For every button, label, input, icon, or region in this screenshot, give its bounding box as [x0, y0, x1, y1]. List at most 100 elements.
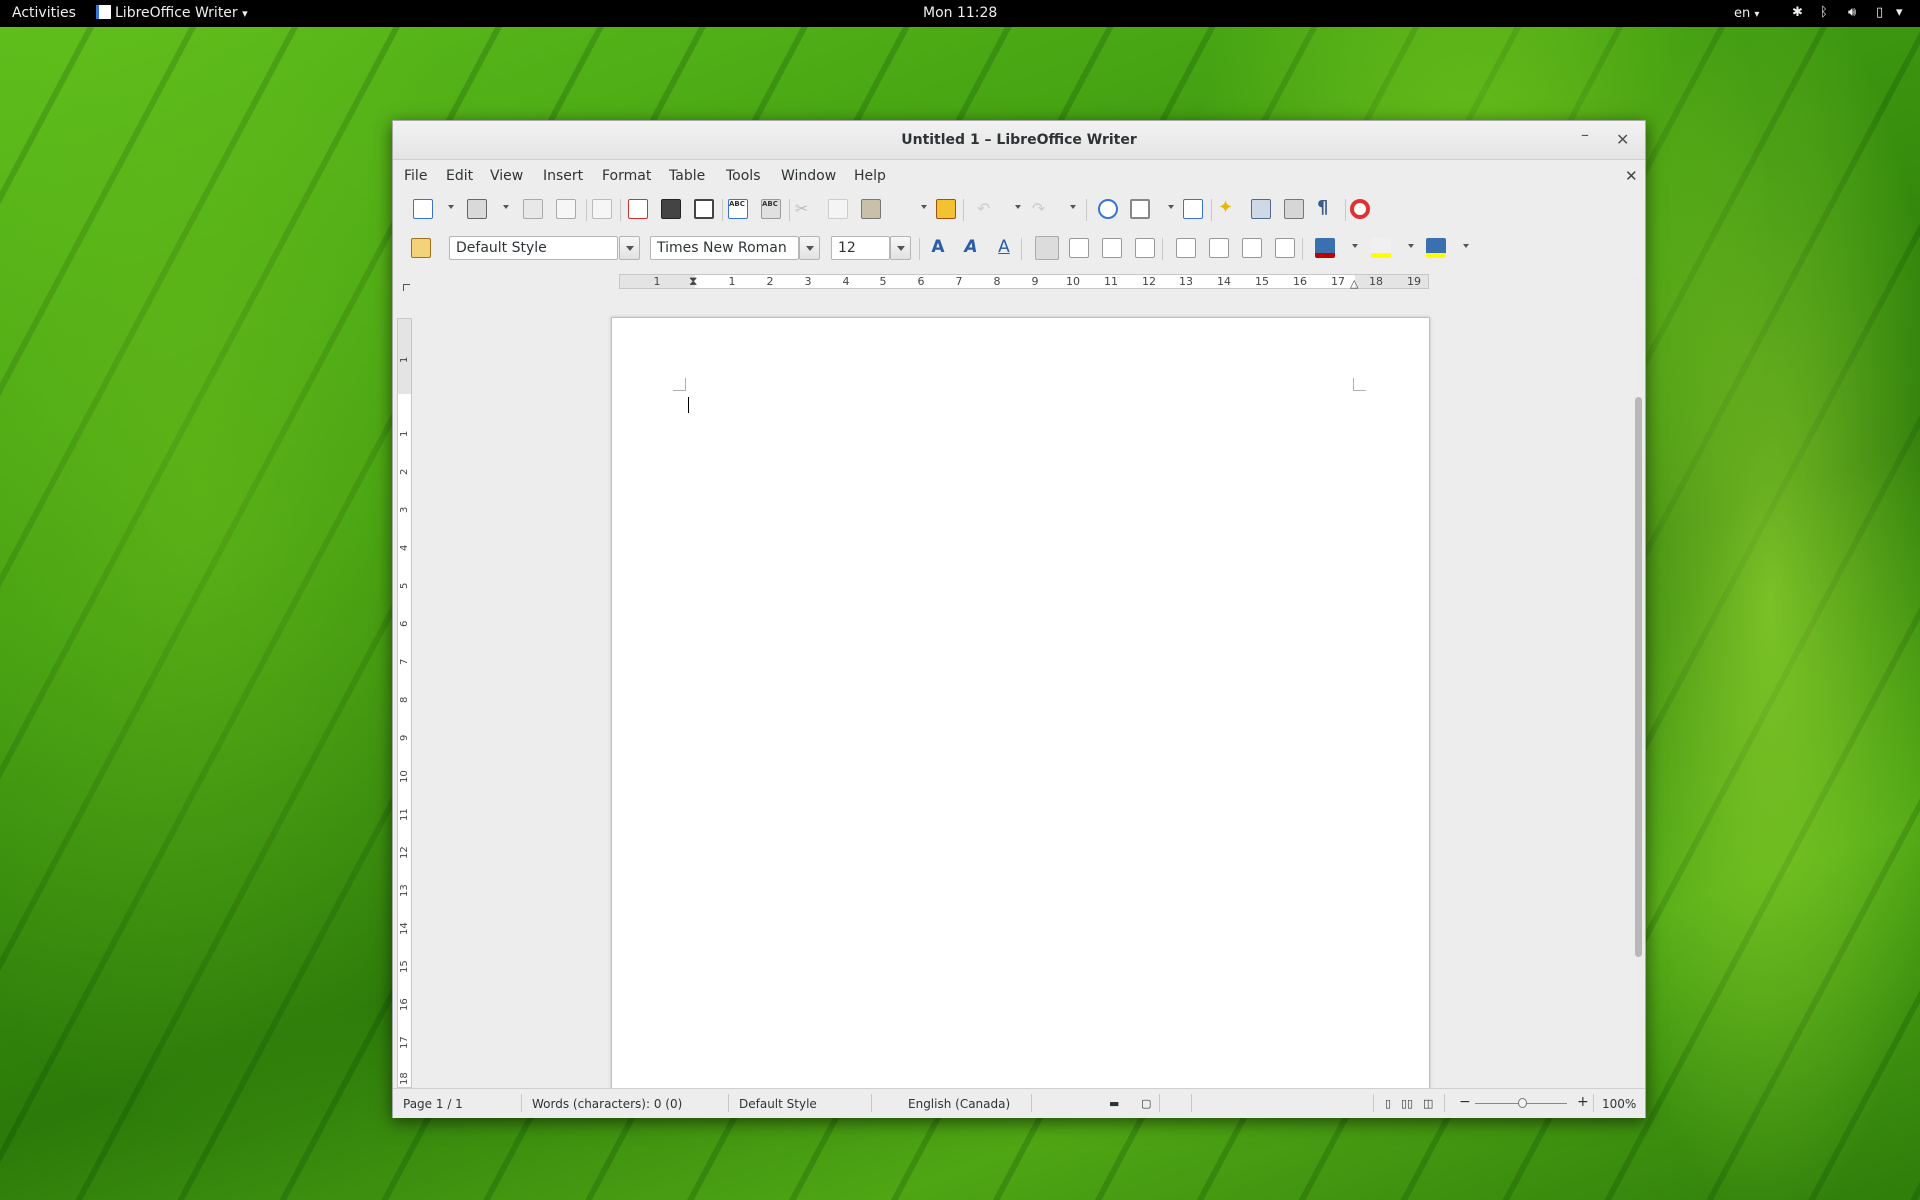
word-count[interactable]: Words (characters): 0 (0) [532, 1097, 682, 1111]
activities-button[interactable]: Activities [12, 5, 76, 21]
email-icon[interactable] [556, 199, 576, 219]
zoom-in-button[interactable]: + [1577, 1094, 1589, 1110]
align-left-icon[interactable] [1035, 236, 1059, 260]
font-color-dropdown-icon[interactable] [1352, 244, 1358, 248]
align-center-icon[interactable] [1069, 238, 1089, 258]
language-status[interactable]: English (Canada) [908, 1097, 1010, 1111]
data-sources-icon[interactable] [1284, 199, 1304, 219]
align-right-icon[interactable] [1102, 238, 1122, 258]
multi-page-view-icon[interactable]: ▯▯ [1401, 1097, 1413, 1110]
paragraph-style-combo[interactable]: Default Style [449, 236, 618, 260]
numbering-icon[interactable] [1176, 238, 1196, 258]
ruler-number: 14 [1217, 275, 1231, 288]
paragraph-style-dropdown-button[interactable] [619, 236, 640, 260]
close-window-button[interactable]: ✕ [1616, 130, 1629, 149]
scrollbar-thumb[interactable] [1635, 397, 1642, 957]
battery-icon[interactable]: ▯ [1876, 5, 1883, 20]
single-page-view-icon[interactable]: ▯ [1385, 1097, 1391, 1110]
background-color-icon[interactable] [1426, 238, 1446, 258]
cut-icon[interactable]: ✂ [795, 199, 815, 219]
underline-icon[interactable]: A [994, 238, 1014, 258]
menu-edit[interactable]: Edit [446, 168, 473, 184]
italic-icon[interactable]: A [961, 238, 981, 258]
save-icon[interactable] [523, 199, 543, 219]
volume-icon[interactable]: 🔊︎ [1848, 5, 1856, 20]
table-dropdown-icon[interactable] [1168, 205, 1174, 209]
redo-dropdown-icon[interactable] [1070, 205, 1076, 209]
increase-indent-icon[interactable] [1275, 238, 1295, 258]
show-draw-functions-icon[interactable] [1183, 199, 1203, 219]
navigator-icon[interactable]: ✦ [1218, 199, 1238, 219]
auto-spellcheck-icon[interactable]: ABC [761, 199, 781, 219]
close-document-button[interactable]: ✕ [1625, 167, 1638, 185]
font-size-dropdown-button[interactable] [890, 236, 911, 260]
highlighting-dropdown-icon[interactable] [1408, 244, 1414, 248]
vertical-scrollbar[interactable] [1634, 275, 1643, 1088]
undo-dropdown-icon[interactable] [1015, 205, 1021, 209]
font-color-icon[interactable] [1315, 238, 1335, 258]
copy-icon[interactable] [828, 199, 848, 219]
help-icon[interactable] [1350, 199, 1370, 219]
clock[interactable]: Mon 11:28 [923, 5, 997, 21]
menu-tools[interactable]: Tools [726, 168, 761, 184]
table-icon[interactable] [1130, 199, 1150, 219]
redo-icon[interactable]: ↷ [1032, 199, 1052, 219]
left-indent-marker-icon[interactable]: ⧗ [689, 275, 697, 287]
zoom-out-button[interactable]: − [1459, 1094, 1471, 1110]
menu-window[interactable]: Window [781, 168, 836, 184]
menu-insert[interactable]: Insert [543, 168, 583, 184]
spelling-icon[interactable]: ABC [728, 199, 748, 219]
gallery-icon[interactable] [1251, 199, 1271, 219]
vertical-ruler[interactable]: 1 1 2 3 4 5 6 7 8 9 10 11 12 13 14 15 16… [397, 318, 412, 1088]
undo-icon[interactable]: ↶ [977, 199, 997, 219]
menu-help[interactable]: Help [854, 168, 886, 184]
open-icon[interactable] [467, 199, 487, 219]
document-page[interactable] [611, 317, 1430, 1088]
font-name-dropdown-button[interactable] [799, 236, 820, 260]
export-pdf-icon[interactable] [628, 199, 648, 219]
justify-icon[interactable] [1135, 238, 1155, 258]
system-menu-caret-icon[interactable]: ▾ [1896, 5, 1903, 20]
bullets-icon[interactable] [1209, 238, 1229, 258]
open-dropdown-icon[interactable] [503, 205, 509, 209]
menu-view[interactable]: View [490, 168, 523, 184]
styles-and-formatting-icon[interactable] [411, 238, 431, 258]
bold-icon[interactable]: A [928, 238, 948, 258]
menu-format[interactable]: Format [602, 168, 651, 184]
zoom-percentage[interactable]: 100% [1602, 1097, 1636, 1111]
paste-dropdown-icon[interactable] [921, 205, 927, 209]
print-preview-icon[interactable] [694, 199, 714, 219]
print-icon[interactable] [661, 199, 681, 219]
font-size-combo[interactable]: 12 [831, 236, 890, 260]
horizontal-ruler[interactable]: 1 1 2 3 4 5 6 7 8 9 10 11 12 13 14 15 16… [619, 274, 1429, 289]
text-cursor [688, 397, 689, 413]
zoom-slider-handle[interactable] [1518, 1098, 1527, 1108]
font-name-combo[interactable]: Times New Roman [650, 236, 799, 260]
bluetooth-icon[interactable]: ᛒ [1820, 5, 1828, 20]
app-menu[interactable]: LibreOffice Writer ▾ [96, 5, 248, 21]
decrease-indent-icon[interactable] [1242, 238, 1262, 258]
title-bar[interactable]: Untitled 1 – LibreOffice Writer – ✕ [393, 121, 1645, 160]
background-color-dropdown-icon[interactable] [1463, 244, 1469, 248]
new-dropdown-icon[interactable] [448, 205, 454, 209]
highlighting-icon[interactable] [1371, 238, 1391, 258]
clone-formatting-icon[interactable] [936, 199, 956, 219]
document-area[interactable] [418, 293, 1618, 1088]
accessibility-icon[interactable]: ✱ [1792, 5, 1803, 20]
tab-stop-selector[interactable] [403, 284, 410, 291]
page-count[interactable]: Page 1 / 1 [403, 1097, 463, 1111]
book-view-icon[interactable]: ◫ [1423, 1097, 1433, 1110]
menu-file[interactable]: File [404, 168, 427, 184]
language-indicator[interactable]: en ▾ [1734, 6, 1759, 21]
edit-mode-icon[interactable] [592, 199, 612, 219]
paste-icon[interactable] [861, 199, 881, 219]
hyperlink-icon[interactable] [1098, 199, 1118, 219]
menu-table[interactable]: Table [669, 168, 705, 184]
new-document-icon[interactable] [413, 199, 433, 219]
document-modified-icon[interactable]: ▢ [1141, 1097, 1151, 1110]
formatting-marks-icon[interactable]: ¶ [1317, 199, 1337, 219]
minimize-button[interactable]: – [1581, 125, 1589, 144]
page-style-status[interactable]: Default Style [739, 1097, 817, 1111]
insert-mode-icon[interactable]: ▬ [1109, 1097, 1119, 1110]
right-indent-marker-icon[interactable]: △ [1350, 278, 1358, 289]
